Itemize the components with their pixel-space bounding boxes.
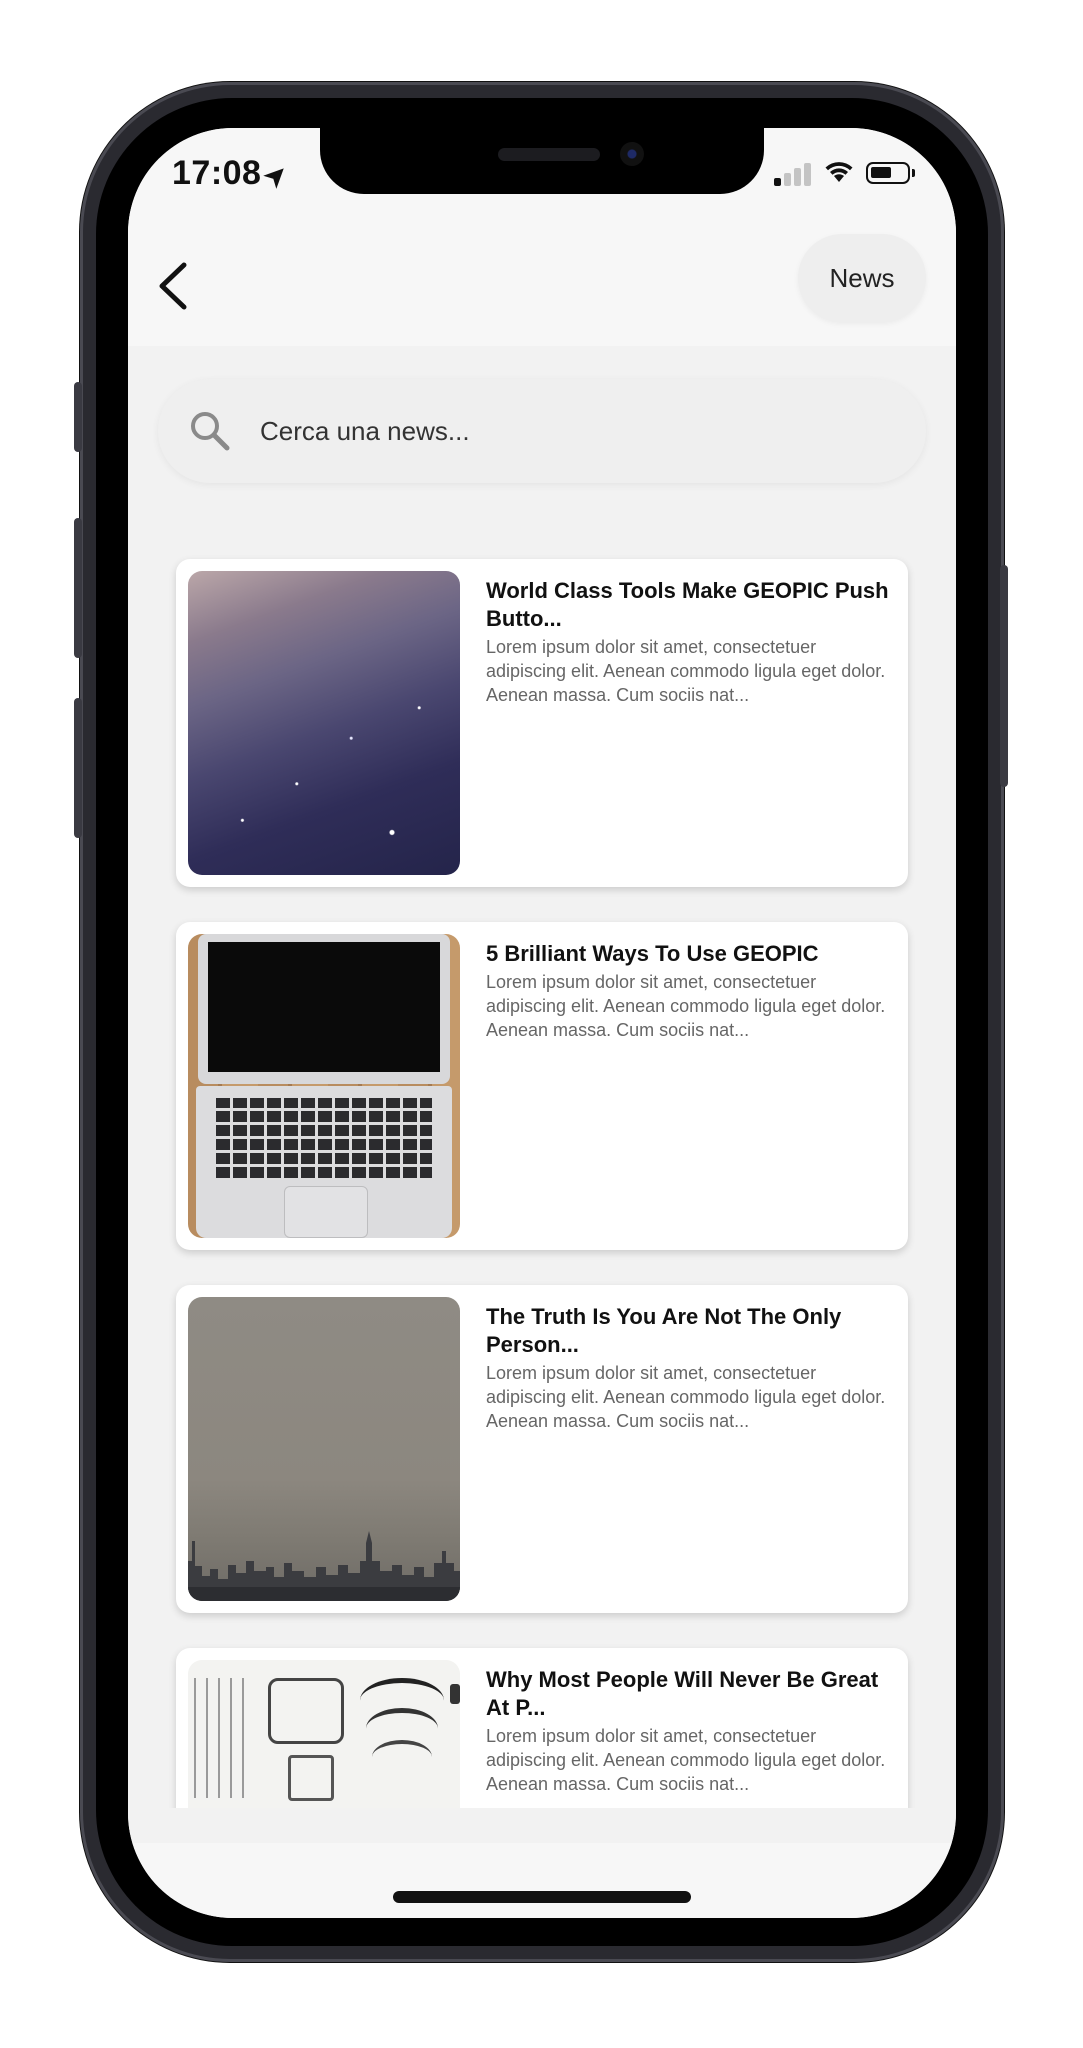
- device-notch: [320, 128, 764, 194]
- laptop-keyboard: [216, 1098, 432, 1178]
- back-button[interactable]: [148, 251, 198, 321]
- news-card[interactable]: Why Most People Will Never Be Great At P…: [176, 1648, 908, 1808]
- volume-up-button: [74, 518, 82, 658]
- app-screen: 17:08➤ News Cerca una news... World Clas…: [128, 128, 956, 1918]
- news-description: Lorem ipsum dolor sit amet, consectetuer…: [486, 1726, 886, 1794]
- news-title: World Class Tools Make GEOPIC Push Butto…: [486, 578, 889, 631]
- volume-down-button: [74, 698, 82, 838]
- news-title: The Truth Is You Are Not The Only Person…: [486, 1304, 842, 1357]
- news-card-text: The Truth Is You Are Not The Only Person…: [486, 1303, 891, 1433]
- disassembled-typewriter-image: [188, 1660, 460, 1808]
- laptop-trackpad: [284, 1186, 368, 1238]
- power-button: [1000, 565, 1008, 787]
- news-description: Lorem ipsum dolor sit amet, consectetuer…: [486, 972, 886, 1040]
- list-bottom-margin: [128, 1808, 956, 1844]
- news-title: Why Most People Will Never Be Great At P…: [486, 1667, 879, 1720]
- wifi-icon: [824, 158, 854, 191]
- status-time: 17:08➤: [172, 154, 295, 194]
- news-card-text: Why Most People Will Never Be Great At P…: [486, 1666, 891, 1796]
- typewriter-arc: [372, 1740, 432, 1774]
- news-list[interactable]: World Class Tools Make GEOPIC Push Butto…: [128, 528, 956, 1808]
- news-card-text: 5 Brilliant Ways To Use GEOPIC Lorem ips…: [486, 940, 891, 1042]
- search-bar[interactable]: [158, 379, 926, 483]
- typewriter-part: [268, 1678, 344, 1744]
- skyline-silhouette: [188, 1531, 460, 1601]
- laptop-screen: [208, 942, 440, 1072]
- search-input[interactable]: [260, 379, 880, 483]
- battery-icon: [866, 162, 915, 184]
- news-description: Lorem ipsum dolor sit amet, consectetuer…: [486, 637, 886, 705]
- night-sky-stars-image: [188, 571, 460, 875]
- location-arrow-icon: ➤: [257, 156, 295, 194]
- search-icon: [191, 412, 230, 451]
- news-card[interactable]: 5 Brilliant Ways To Use GEOPIC Lorem ips…: [176, 922, 908, 1250]
- navigation-bar: News: [128, 196, 956, 346]
- mute-switch: [74, 382, 82, 452]
- typewriter-part: [288, 1755, 334, 1801]
- front-camera: [620, 142, 644, 166]
- speaker-grille: [498, 148, 600, 161]
- news-card[interactable]: World Class Tools Make GEOPIC Push Butto…: [176, 559, 908, 887]
- news-title: 5 Brilliant Ways To Use GEOPIC: [486, 941, 819, 966]
- cellular-signal-icon: [774, 162, 814, 186]
- typewriter-keys: [194, 1678, 250, 1798]
- laptop-base: [196, 1086, 452, 1238]
- laptop-lid: [198, 934, 450, 1084]
- news-description: Lorem ipsum dolor sit amet, consectetuer…: [486, 1363, 886, 1431]
- status-bar: 17:08➤: [128, 128, 956, 196]
- news-card-text: World Class Tools Make GEOPIC Push Butto…: [486, 577, 891, 707]
- home-indicator[interactable]: [393, 1891, 691, 1903]
- chevron-left-icon: [159, 262, 187, 310]
- city-skyline-image: [188, 1297, 460, 1601]
- laptop-on-desk-image: [188, 934, 460, 1238]
- news-button[interactable]: News: [798, 234, 926, 322]
- typewriter-part: [450, 1684, 460, 1704]
- news-card[interactable]: The Truth Is You Are Not The Only Person…: [176, 1285, 908, 1613]
- status-time-text: 17:08: [172, 154, 262, 192]
- bottom-safe-area: [128, 1843, 956, 1918]
